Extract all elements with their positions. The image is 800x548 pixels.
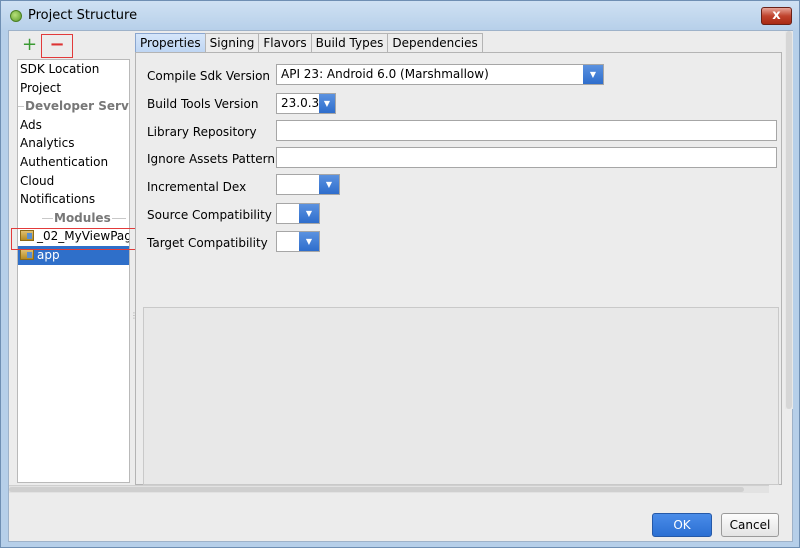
sidebar-item-authentication[interactable]: Authentication xyxy=(18,153,129,172)
horizontal-scrollbar[interactable] xyxy=(9,485,769,493)
cancel-button[interactable]: Cancel xyxy=(721,513,779,537)
compile-sdk-value: API 23: Android 6.0 (Marshmallow) xyxy=(281,67,489,81)
close-button[interactable]: x xyxy=(761,7,792,25)
tab-bar: Properties Signing Flavors Build Types D… xyxy=(135,33,483,54)
compile-sdk-label: Compile Sdk Version xyxy=(147,69,271,83)
library-repository-input[interactable] xyxy=(276,120,777,141)
build-tools-select[interactable]: 23.0.3 ▼ xyxy=(276,93,336,114)
sidebar-item-notifications[interactable]: Notifications xyxy=(18,190,129,209)
modules-header: Modules xyxy=(18,208,129,228)
splitter-handle[interactable]: ⋮ xyxy=(130,311,138,325)
incremental-dex-label: Incremental Dex xyxy=(147,180,247,194)
ok-button[interactable]: OK xyxy=(652,513,712,537)
vertical-scrollbar[interactable] xyxy=(785,31,793,409)
tab-dependencies[interactable]: Dependencies xyxy=(387,33,483,54)
source-compatibility-label: Source Compatibility xyxy=(147,208,272,222)
sidebar-item-analytics[interactable]: Analytics xyxy=(18,134,129,153)
target-compatibility-label: Target Compatibility xyxy=(147,236,268,250)
modules-header-label: Modules xyxy=(53,208,112,227)
library-repository-label: Library Repository xyxy=(147,125,257,139)
ignore-assets-input[interactable] xyxy=(276,147,777,168)
horizontal-scrollbar-thumb[interactable] xyxy=(9,487,744,492)
chevron-down-icon: ▼ xyxy=(583,65,603,84)
compile-sdk-select[interactable]: API 23: Android 6.0 (Marshmallow) ▼ xyxy=(276,64,604,85)
build-tools-value: 23.0.3 xyxy=(281,96,320,110)
chevron-down-icon: ▼ xyxy=(299,204,319,223)
tab-properties[interactable]: Properties xyxy=(135,33,206,54)
dialog-content: + − SDK Location Project Developer Servi… xyxy=(8,30,793,542)
tab-signing[interactable]: Signing xyxy=(204,33,260,54)
tab-flavors[interactable]: Flavors xyxy=(258,33,312,54)
add-button[interactable]: + xyxy=(22,35,37,55)
android-icon xyxy=(10,10,22,22)
chevron-down-icon: ▼ xyxy=(319,94,335,113)
sidebar-item-sdk-location[interactable]: SDK Location xyxy=(18,60,129,79)
developer-services-header-label: Developer Services xyxy=(24,97,129,116)
description-panel xyxy=(143,307,779,485)
sidebar-item-ads[interactable]: Ads xyxy=(18,116,129,135)
chevron-down-icon: ▼ xyxy=(319,175,339,194)
ignore-assets-label: Ignore Assets Pattern xyxy=(147,152,276,166)
remove-button[interactable]: − xyxy=(41,34,73,58)
build-tools-label: Build Tools Version xyxy=(147,97,259,111)
module-folder-icon xyxy=(20,248,34,260)
title-bar[interactable]: Project Structure x xyxy=(1,1,799,31)
tab-build-types[interactable]: Build Types xyxy=(310,33,389,54)
sidebar-item-project[interactable]: Project xyxy=(18,79,129,98)
incremental-dex-select[interactable]: ▼ xyxy=(276,174,340,195)
developer-services-header: Developer Services xyxy=(18,97,129,116)
module-label: app xyxy=(37,247,60,262)
vertical-scrollbar-thumb[interactable] xyxy=(786,31,792,409)
source-compatibility-select[interactable]: ▼ xyxy=(276,203,320,224)
target-compatibility-select[interactable]: ▼ xyxy=(276,231,320,252)
chevron-down-icon: ▼ xyxy=(299,232,319,251)
window-title: Project Structure xyxy=(28,8,138,23)
sidebar-item-cloud[interactable]: Cloud xyxy=(18,172,129,191)
sidebar-tree: SDK Location Project Developer Services … xyxy=(17,59,130,483)
module-highlight-box xyxy=(11,228,142,250)
project-structure-window: Project Structure x + − SDK Location Pro… xyxy=(0,0,800,548)
properties-panel: Compile Sdk Version API 23: Android 6.0 … xyxy=(135,52,782,485)
